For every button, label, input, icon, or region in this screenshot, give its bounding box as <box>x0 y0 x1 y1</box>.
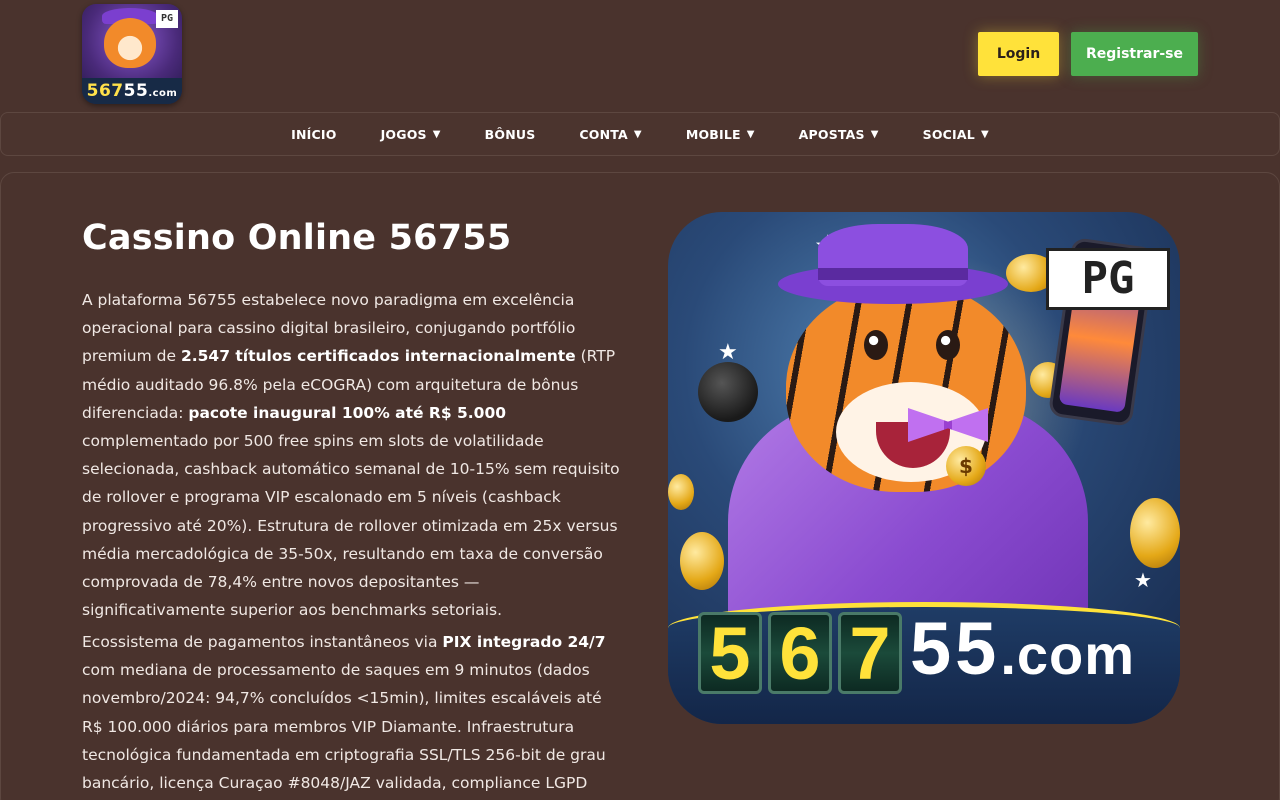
dollar-medal-icon: $ <box>946 446 986 486</box>
payments-paragraph: Ecossistema de pagamentos instantâneos v… <box>82 628 627 797</box>
login-button[interactable]: Login <box>978 32 1059 76</box>
para1-text-3: complementado por 500 free spins em slot… <box>82 432 620 620</box>
nav-item-label: SOCIAL <box>922 126 975 142</box>
site-logo[interactable]: PG 56755.com <box>82 4 182 104</box>
logo-suffix: .com <box>148 88 178 99</box>
caret-down-icon: ▼ <box>746 128 755 140</box>
nav-item-jogos[interactable]: JOGOS ▼ <box>359 127 463 142</box>
hero-digit-5: 5 <box>698 612 762 694</box>
para2-text-1: Ecossistema de pagamentos instantâneos v… <box>82 633 443 651</box>
coin-icon <box>1130 498 1180 568</box>
nav-item-apostas[interactable]: APOSTAS ▼ <box>777 127 901 142</box>
microphone-graphic <box>698 362 758 422</box>
hero-digits-55: 55 <box>910 607 1001 690</box>
nav-item-label: MOBILE <box>685 126 741 142</box>
nav-item-label: APOSTAS <box>798 126 865 142</box>
hero-image: ★ ★ ★ $ PG 5 6 7 55.com <box>668 212 1180 724</box>
nav-item-mobile[interactable]: MOBILE ▼ <box>664 127 777 142</box>
caret-down-icon: ▼ <box>432 128 441 140</box>
coin-icon <box>668 474 694 510</box>
para1-highlight-bonus: pacote inaugural 100% até R$ 5.000 <box>188 403 507 422</box>
nav-item-social[interactable]: SOCIAL ▼ <box>901 127 1011 142</box>
caret-down-icon: ▼ <box>980 128 989 140</box>
hero-digit-7: 7 <box>838 612 902 694</box>
para2-text-2: com mediana de processamento de saques e… <box>82 661 606 793</box>
star-icon: ★ <box>718 340 738 365</box>
star-icon: ★ <box>1134 568 1152 592</box>
tiger-eye-graphic <box>864 330 888 360</box>
pg-brand-mark: PG <box>1046 248 1170 310</box>
nav-item-inicio[interactable]: INÍCIO <box>269 127 358 142</box>
logo-digits: 567 <box>86 81 124 101</box>
coin-icon <box>680 532 724 590</box>
hero-digit-6: 6 <box>768 612 832 694</box>
nav-item-label: CONTA <box>579 126 628 142</box>
hero-domain-suffix: .com <box>1000 623 1136 686</box>
logo-pg-badge: PG <box>156 10 178 28</box>
nav-item-label: JOGOS <box>380 126 427 142</box>
tiger-eye-graphic <box>936 330 960 360</box>
para2-highlight-pix: PIX integrado 24/7 <box>442 633 606 651</box>
nav-item-conta[interactable]: CONTA ▼ <box>557 127 663 142</box>
hero-domain-text: 55.com <box>910 604 1135 700</box>
logo-tiger-graphic <box>104 18 156 68</box>
page-title: Cassino Online 56755 <box>82 218 512 258</box>
intro-paragraph: A plataforma 56755 estabelece novo parad… <box>82 286 627 624</box>
logo-digits-2: 55 <box>123 81 149 101</box>
nav-item-label: BÔNUS <box>484 126 536 142</box>
nav-item-label: INÍCIO <box>291 126 337 142</box>
para1-highlight-titles: 2.547 títulos certificados internacional… <box>180 347 576 366</box>
site-header: PG 56755.com Login Registrar-se <box>0 0 1280 110</box>
register-button[interactable]: Registrar-se <box>1071 32 1198 76</box>
main-nav: INÍCIO JOGOS ▼ BÔNUS CONTA ▼ MOBILE ▼ APOST… <box>0 112 1280 156</box>
logo-wordmark: 56755.com <box>82 78 182 104</box>
caret-down-icon: ▼ <box>870 128 879 140</box>
nav-item-bonus[interactable]: BÔNUS <box>463 127 558 142</box>
caret-down-icon: ▼ <box>633 128 642 140</box>
tiger-hat-band-graphic <box>818 268 968 280</box>
